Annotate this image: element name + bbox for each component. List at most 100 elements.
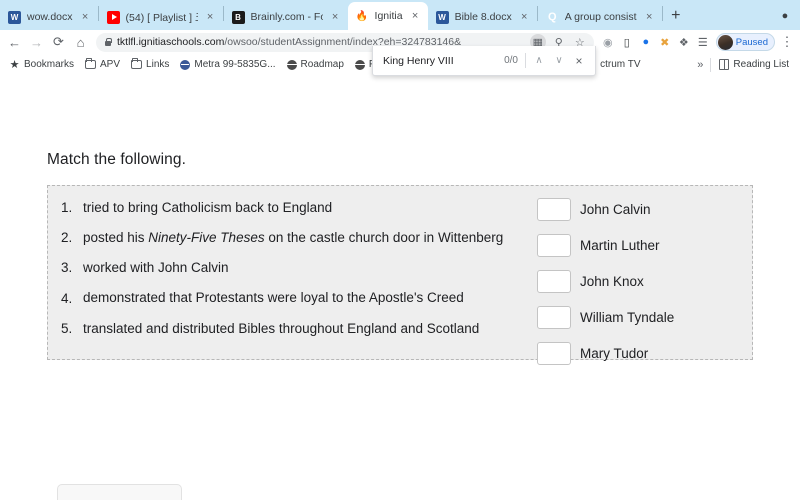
playlist-icon[interactable]: ☰ — [694, 33, 712, 51]
answer-label: Mary Tudor — [580, 346, 648, 361]
reading-list-button[interactable]: Reading List — [715, 59, 793, 70]
bookmarks-overflow-icon[interactable]: » — [694, 59, 706, 71]
browser-window: wow.docx × (54) [ Playlist ] 코딩 / × Brai… — [0, 0, 800, 500]
forward-button[interactable]: → — [26, 32, 47, 53]
answer-label: William Tyndale — [580, 310, 674, 325]
bookmark-label: Roadmap — [301, 59, 344, 70]
home-button[interactable]: ⌂ — [70, 32, 91, 53]
browser-tab-brainly[interactable]: Brainly.com - For stud × — [224, 4, 348, 30]
answer-label: John Knox — [580, 274, 644, 289]
answer-input[interactable] — [537, 270, 571, 293]
answer-label: Martin Luther — [580, 238, 660, 253]
blue-circle-icon — [180, 60, 190, 70]
find-match-count: 0/0 — [504, 55, 518, 66]
dark-reader-icon[interactable]: ▯ — [618, 33, 636, 51]
avatar — [718, 35, 733, 50]
answer-input[interactable] — [537, 234, 571, 257]
bookmark-item-links[interactable]: Links — [127, 56, 173, 74]
quizlet-icon — [546, 11, 559, 24]
youtube-icon — [107, 11, 120, 24]
tab-title: Bible 8.docx — [455, 11, 512, 23]
reload-button[interactable]: ⟳ — [48, 32, 69, 53]
bookmark-label: ctrum TV — [600, 59, 640, 70]
prompt-number: 1. — [57, 200, 83, 215]
grammarly-icon[interactable]: ● — [637, 33, 655, 51]
prompt-text: demonstrated that Protestants were loyal… — [83, 288, 464, 307]
prompt-number: 3. — [57, 260, 83, 275]
prompt-row: 1. tried to bring Catholicism back to En… — [48, 198, 535, 217]
prompt-row: 2. posted his Ninety-Five Theses on the … — [48, 228, 535, 247]
tab-title: wow.docx — [27, 11, 73, 23]
profile-status-chip[interactable]: Paused — [716, 33, 775, 51]
new-tab-button[interactable]: + — [663, 3, 689, 29]
flame-icon — [356, 10, 369, 23]
prompt-row: 3. worked with John Calvin — [48, 258, 535, 277]
answers-column: John Calvin Martin Luther John Knox Will… — [535, 186, 752, 359]
tab-close-icon[interactable]: × — [79, 11, 92, 24]
answer-row: William Tyndale — [535, 306, 752, 329]
find-previous-icon[interactable]: ∧ — [529, 51, 549, 71]
bookmark-item-roadmap[interactable]: Roadmap — [283, 56, 348, 74]
tab-close-icon[interactable]: × — [329, 11, 342, 24]
bookmark-label: Links — [146, 59, 169, 70]
tab-close-icon[interactable]: × — [518, 11, 531, 24]
tab-close-icon[interactable]: × — [409, 10, 422, 23]
bookmark-item-metra[interactable]: Metra 99-5835G... — [176, 56, 279, 74]
bookmark-label: Metra 99-5835G... — [194, 59, 275, 70]
answer-row: John Knox — [535, 270, 752, 293]
bookmark-item-spectrum-tv[interactable]: ctrum TV — [596, 56, 644, 74]
extension-icons: ◉ ▯ ● ✖ ❖ ☰ — [599, 33, 712, 51]
tab-strip: wow.docx × (54) [ Playlist ] 코딩 / × Brai… — [0, 0, 800, 30]
matching-question-box: 1. tried to bring Catholicism back to En… — [47, 185, 753, 360]
partial-bottom-panel[interactable] — [57, 484, 182, 500]
tab-strip-right: ● — [776, 7, 800, 30]
find-next-icon[interactable]: ∨ — [549, 51, 569, 71]
prompt-number: 5. — [57, 321, 83, 336]
tab-close-icon[interactable]: × — [204, 11, 217, 24]
browser-tab-ignitia[interactable]: Ignitia × — [348, 2, 428, 30]
browser-tab-youtube[interactable]: (54) [ Playlist ] 코딩 / × — [99, 4, 223, 30]
reading-list-icon — [719, 59, 729, 70]
page-content: Match the following. 1. tried to bring C… — [0, 72, 800, 500]
bookmark-item-apv[interactable]: APV — [81, 56, 124, 74]
prompt-row: 4. demonstrated that Protestants were lo… — [48, 288, 535, 307]
tab-close-icon[interactable]: × — [643, 11, 656, 24]
answer-row: Mary Tudor — [535, 342, 752, 365]
divider — [525, 53, 526, 68]
folder-icon — [131, 60, 142, 69]
profile-circle-icon[interactable]: ◉ — [599, 33, 617, 51]
lock-icon — [104, 37, 112, 47]
puzzle-extensions-icon[interactable]: ❖ — [675, 33, 693, 51]
tab-search-icon[interactable]: ● — [776, 7, 794, 25]
answer-row: Martin Luther — [535, 234, 752, 257]
prompt-row: 5. translated and distributed Bibles thr… — [48, 319, 535, 338]
bookmarks-right-group: » Reading List — [694, 58, 795, 72]
answer-input[interactable] — [537, 306, 571, 329]
find-close-icon[interactable]: × — [569, 51, 589, 71]
back-button[interactable]: ← — [4, 32, 25, 53]
prompt-text: worked with John Calvin — [83, 258, 229, 277]
bookmark-item-bookmarks[interactable]: ★ Bookmarks — [5, 56, 78, 74]
browser-menu-button[interactable]: ⋮ — [778, 33, 796, 51]
answer-input[interactable] — [537, 342, 571, 365]
prompt-number: 4. — [57, 291, 83, 306]
divider — [710, 58, 711, 72]
url-domain: tktlfl.ignitiaschools.com — [117, 36, 224, 48]
tab-title: (54) [ Playlist ] 코딩 / — [126, 10, 198, 25]
browser-tab-quizlet[interactable]: A group consists of 4 × — [538, 4, 662, 30]
tab-title: Brainly.com - For stud — [251, 11, 323, 23]
xmarks-icon[interactable]: ✖ — [656, 33, 674, 51]
bookmark-label: APV — [100, 59, 120, 70]
answer-label: John Calvin — [580, 202, 651, 217]
answer-row: John Calvin — [535, 198, 752, 221]
globe-icon — [287, 60, 297, 70]
star-icon: ★ — [9, 59, 20, 70]
answer-input[interactable] — [537, 198, 571, 221]
browser-tab-bible-docx[interactable]: Bible 8.docx × — [428, 4, 537, 30]
prompt-number: 2. — [57, 230, 83, 245]
find-input[interactable]: King Henry VIII — [383, 55, 504, 67]
profile-status-label: Paused — [736, 37, 768, 48]
globe-icon — [355, 60, 365, 70]
browser-tab-wow-docx[interactable]: wow.docx × — [0, 4, 98, 30]
prompt-text: posted his Ninety-Five Theses on the cas… — [83, 228, 503, 247]
